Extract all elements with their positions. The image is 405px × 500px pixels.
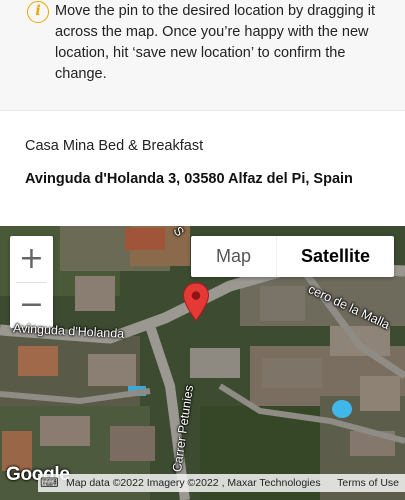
property-name: Casa Mina Bed & Breakfast	[25, 138, 204, 154]
info-banner: i Move the pin to the desired location b…	[0, 0, 405, 111]
property-address: Avinguda d'Holanda 3, 03580 Alfaz del Pi…	[25, 171, 353, 187]
info-message: Move the pin to the desired location by …	[55, 3, 376, 82]
zoom-in-button[interactable]: +	[10, 236, 53, 282]
satellite-map[interactable]: + − Map Satellite S Avinguda d'Holanda c…	[0, 226, 405, 500]
terms-of-use-link[interactable]: Terms of Use	[337, 474, 405, 492]
location-pin-icon[interactable]	[182, 282, 210, 322]
info-icon: i	[27, 1, 49, 23]
map-attribution-bar: ⌨ Map data ©2022 Imagery ©2022 , Maxar T…	[38, 474, 405, 492]
map-type-control: Map Satellite	[191, 236, 394, 277]
map-data-attribution: Map data ©2022 Imagery ©2022 , Maxar Tec…	[66, 477, 321, 489]
map-type-satellite-button[interactable]: Satellite	[276, 236, 394, 277]
zoom-control: + −	[10, 236, 53, 328]
map-type-map-button[interactable]: Map	[191, 236, 276, 277]
keyboard-icon[interactable]: ⌨	[40, 474, 62, 492]
